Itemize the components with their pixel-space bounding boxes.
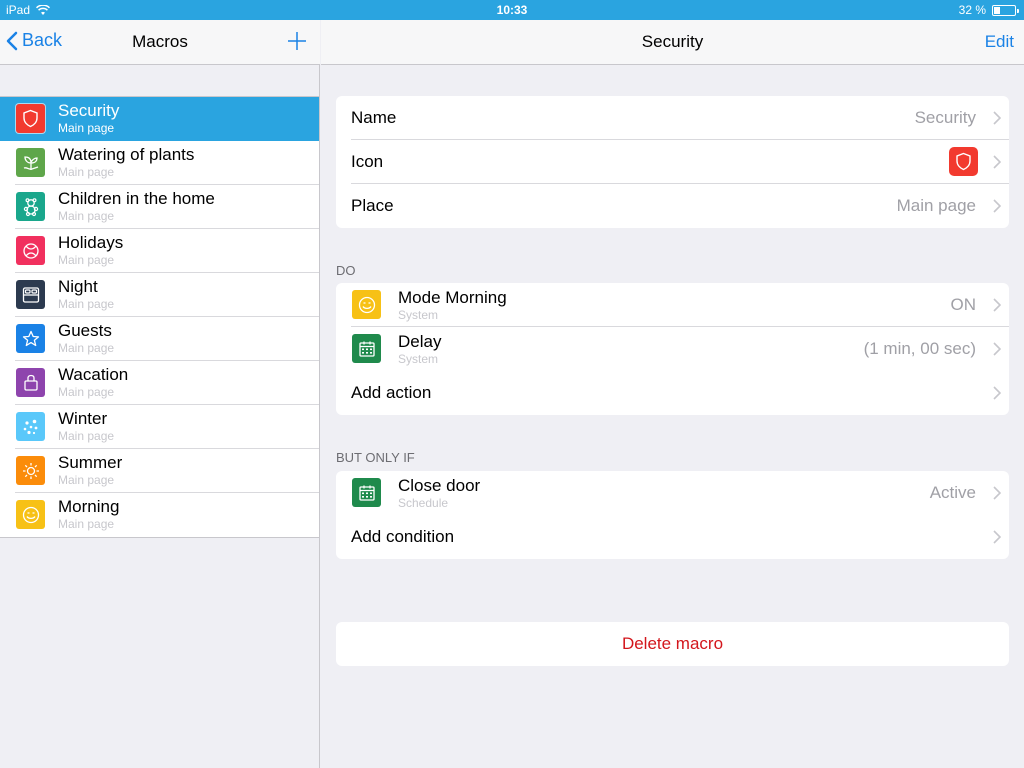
macro-item[interactable]: Wacation Main page [0,361,319,405]
plus-icon[interactable] [286,28,308,54]
macro-name: Holidays [58,233,124,252]
name-row[interactable]: Name Security [336,96,1009,140]
macros-title: Macros [132,32,188,51]
delete-macro-label: Delete macro [621,634,724,653]
condition-row-value: Active [929,483,976,502]
smile-icon [352,290,381,319]
status-time: 10:33 [496,3,528,17]
teddy-bear-icon [16,192,45,221]
macro-item[interactable]: Winter Main page [0,405,319,449]
detail-navbar: Security Edit [321,20,1024,65]
calendar-icon [352,478,381,507]
action-row[interactable]: Mode Morning System ON [336,283,1009,327]
macro-place: Main page [58,385,115,399]
macro-item[interactable]: Security Main page [0,97,319,141]
battery-icon [992,4,1019,16]
macro-name: Morning [58,497,120,516]
place-label: Place [351,196,394,215]
edit-button[interactable]: Edit [985,32,1014,52]
macro-name: Winter [58,409,108,428]
bed-icon [16,280,45,309]
name-label: Name [351,108,397,127]
sun-icon [16,456,45,485]
shield-icon [16,104,45,133]
action-row-source: System [398,308,439,322]
star-icon [16,324,45,353]
macro-place: Main page [58,121,115,135]
condition-row-title: Close door [398,476,481,495]
macro-name: Security [58,101,120,120]
action-row-source: System [398,352,439,366]
place-row[interactable]: Place Main page [336,184,1009,228]
macro-name: Wacation [58,365,129,384]
macro-item[interactable]: Holidays Main page [0,229,319,273]
macro-name: Night [58,277,98,296]
macro-place: Main page [58,297,115,311]
condition-row[interactable]: Close door Schedule Active [336,471,1009,515]
chevron-right-icon [993,199,1001,213]
shield-icon [949,147,978,176]
action-row[interactable]: Delay System (1 min, 00 sec) [336,327,1009,371]
macros-pane: Back Macros Security Main page Watering of… [0,20,320,768]
macro-place: Main page [58,473,115,487]
ball-icon [16,236,45,265]
macro-name: Guests [58,321,112,340]
macro-place: Main page [58,429,115,443]
macro-name: Watering of plants [58,145,195,164]
place-value: Main page [896,196,976,215]
chevron-right-icon [993,111,1001,125]
macro-place: Main page [58,209,115,223]
detail-pane: Security Edit Name Security Icon Place M… [321,20,1024,768]
macro-item[interactable]: Guests Main page [0,317,319,361]
macro-name: Summer [58,453,123,472]
name-value: Security [914,108,976,127]
action-row-title: Mode Morning [398,288,507,307]
suitcase-icon [16,368,45,397]
add-action-row[interactable]: Add action [336,371,1009,415]
macro-place: Main page [58,517,115,531]
plant-icon [16,148,45,177]
icon-label: Icon [351,152,384,171]
conditions-group: Close door Schedule Active Add condition [336,471,1009,559]
add-condition-label: Add condition [351,527,455,546]
condition-section-header: BUT ONLY IF [336,450,415,465]
battery-level [994,6,1001,14]
properties-group: Name Security Icon Place Main page [336,96,1009,228]
macro-item[interactable]: Watering of plants Main page [0,141,319,185]
action-row-value: ON [950,295,977,314]
detail-title: Security [641,32,704,51]
chevron-right-icon [993,342,1001,356]
action-row-value: (1 min, 00 sec) [863,339,976,358]
do-section-header: DO [336,263,356,278]
add-action-label: Add action [351,383,432,402]
macro-item[interactable]: Summer Main page [0,449,319,493]
chevron-right-icon [993,298,1001,312]
actions-group: Mode Morning System ON Delay System (1 min, 0… [336,283,1009,415]
chevron-right-icon [993,386,1001,400]
calendar-icon [352,334,381,363]
status-bar: iPad 10:33 32 % [0,0,1024,20]
snowflake-icon [16,412,45,441]
chevron-right-icon [993,486,1001,500]
macro-item[interactable]: Night Main page [0,273,319,317]
battery-percent: 32 % [958,3,986,17]
macro-place: Main page [58,341,115,355]
chevron-right-icon [993,155,1001,169]
condition-row-source: Schedule [398,496,449,510]
chevron-right-icon [993,530,1001,544]
macro-item[interactable]: Children in the home Main page [0,185,319,229]
macro-item[interactable]: Morning Main page [0,493,319,537]
macro-list: Security Main page Watering of plants Main … [0,96,319,538]
add-condition-row[interactable]: Add condition [336,515,1009,559]
icon-row[interactable]: Icon [336,140,1009,184]
action-row-title: Delay [398,332,442,351]
macro-place: Main page [58,165,115,179]
macro-name: Children in the home [58,189,215,208]
delete-macro-button[interactable]: Delete macro [336,622,1009,666]
smile-icon [16,500,45,529]
macros-navbar: Back Macros [0,20,320,65]
macro-place: Main page [58,253,115,267]
